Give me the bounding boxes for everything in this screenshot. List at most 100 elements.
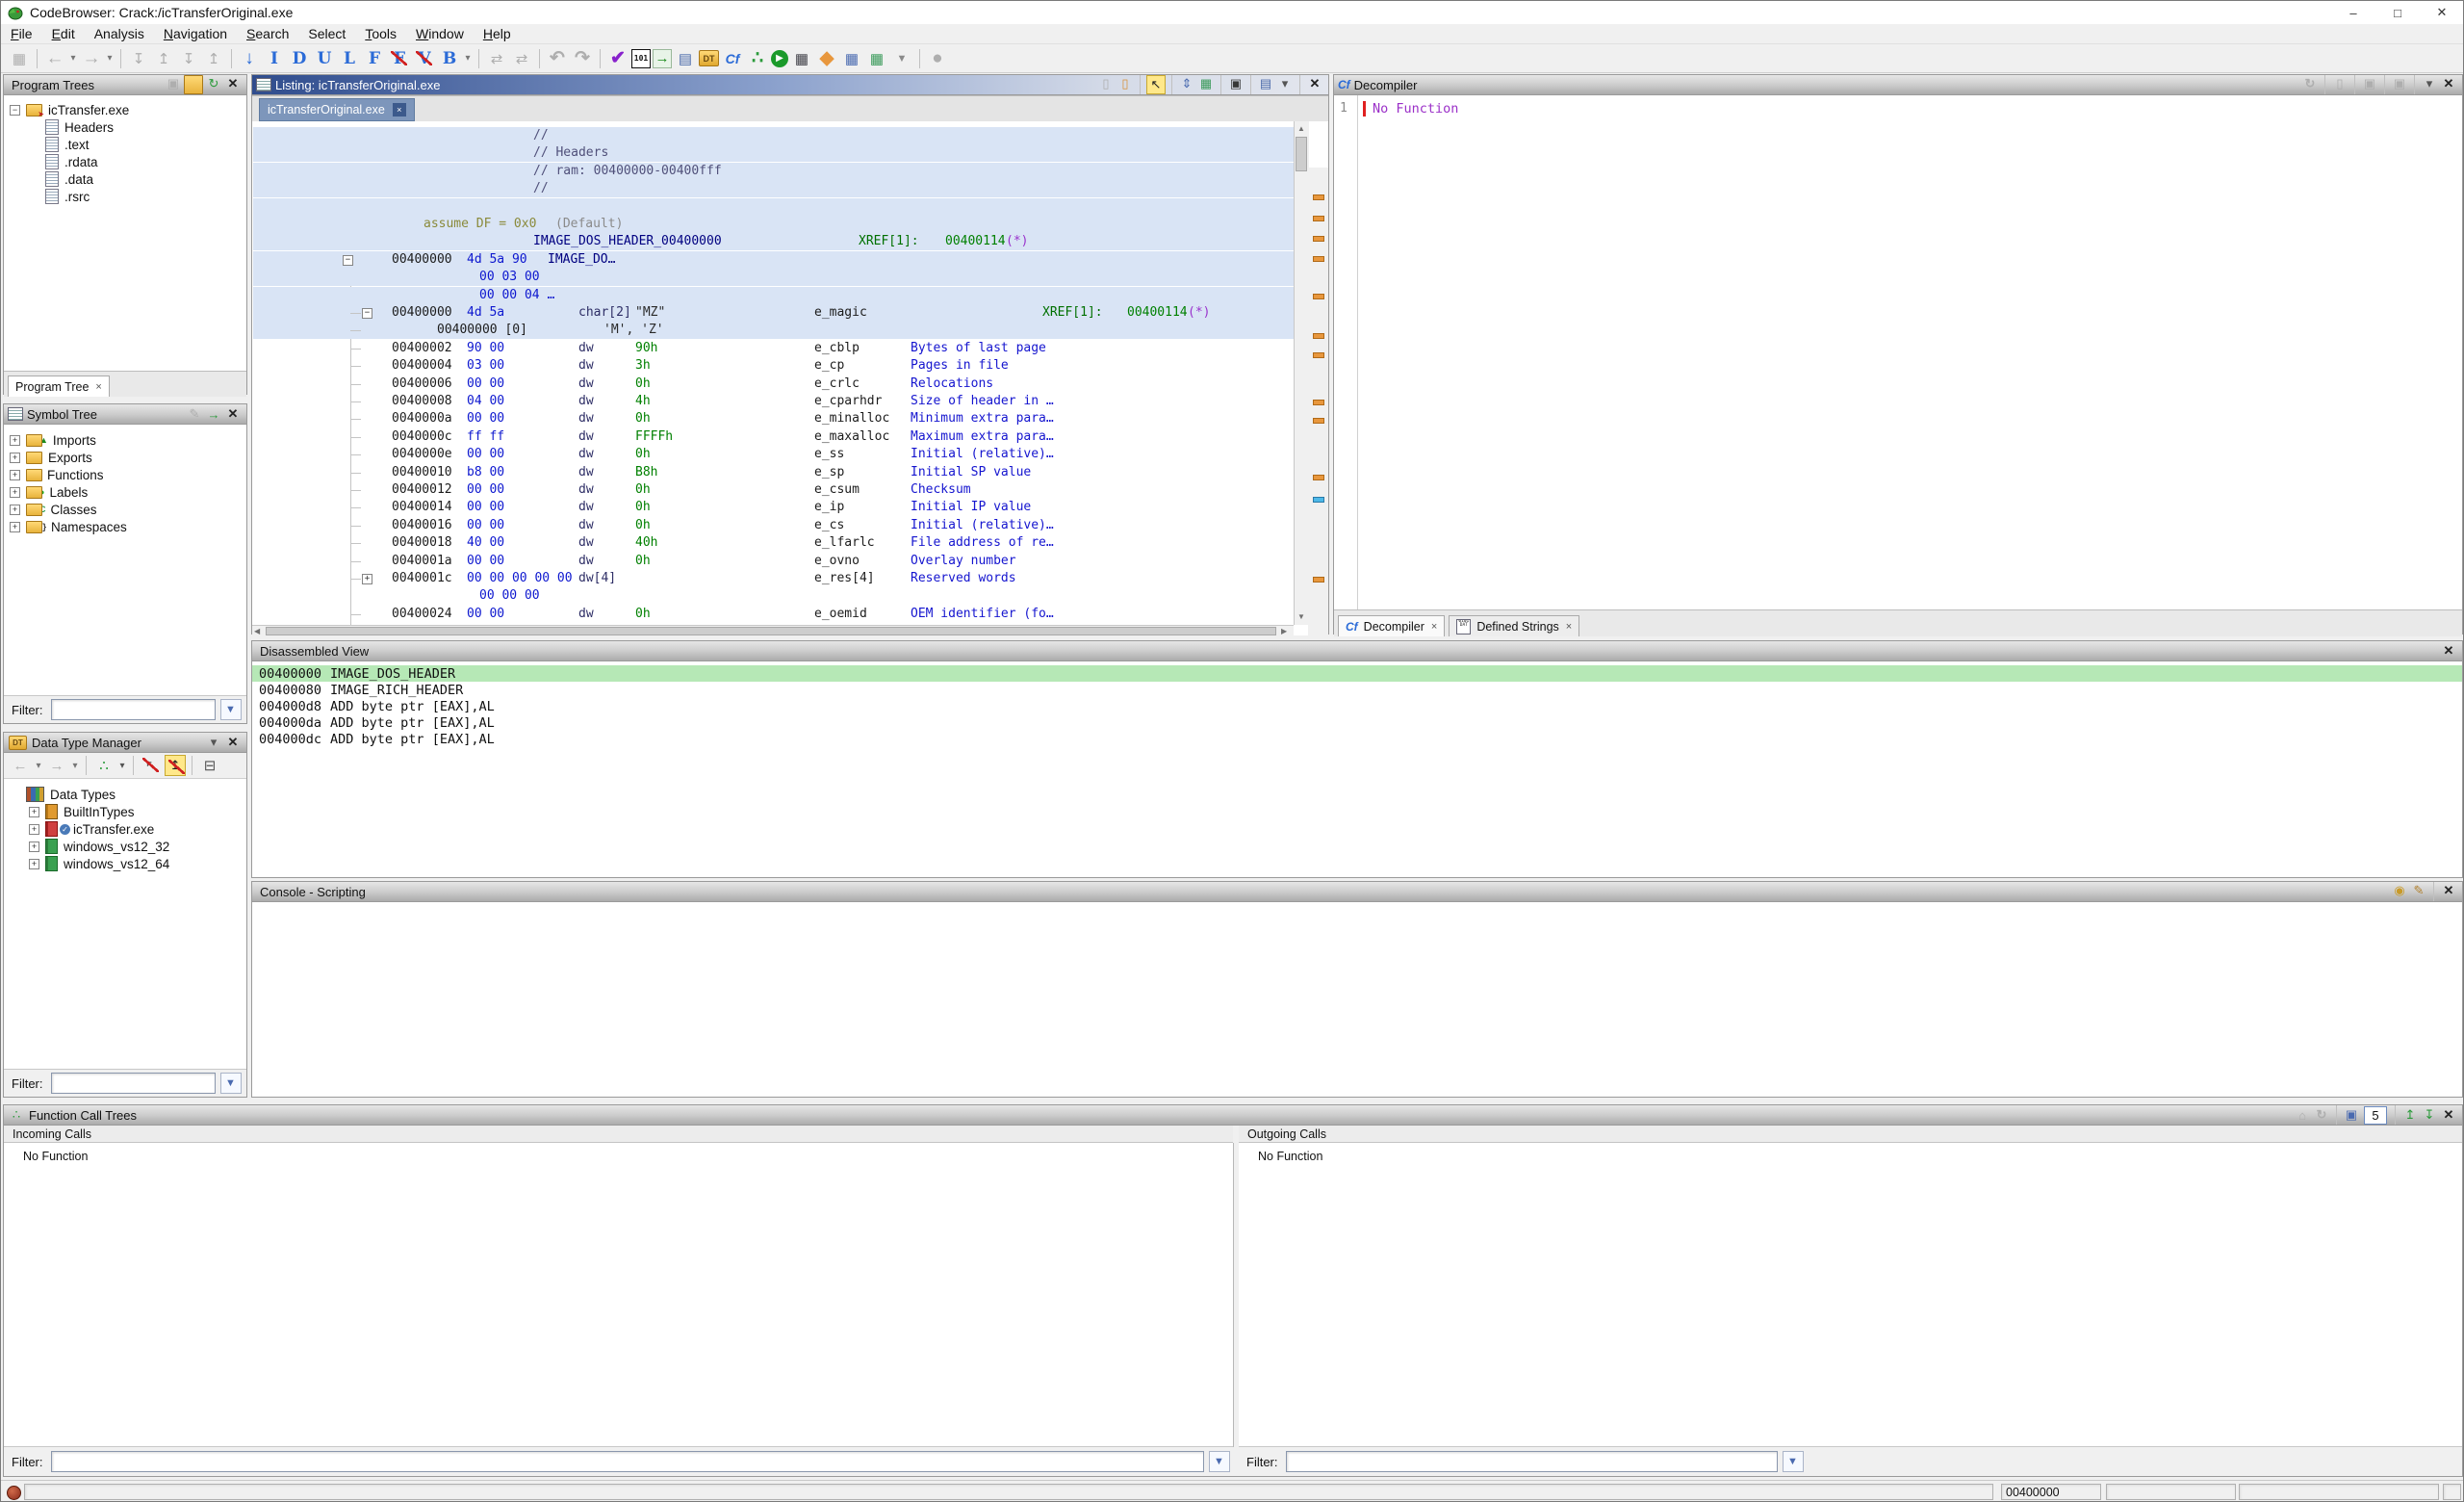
tree-item-classes[interactable]: +CClasses [4,501,246,518]
listing-row[interactable]: 0040000e00 00dw0he_ssInitial (relative)… [253,446,1294,463]
symbol-table-icon[interactable]: ▦ [840,47,863,70]
analysis-mark[interactable] [1313,352,1324,358]
expander-icon[interactable]: + [10,453,20,463]
listing-row[interactable]: // [253,127,1294,144]
scrollbar-thumb[interactable] [266,627,1276,635]
copy-icon[interactable]: ▯ [2331,75,2348,92]
listing-row[interactable]: 0040001400 00dw0he_ipInitial IP value [253,499,1294,516]
tree-item-ictransfer-exe[interactable]: −icTransfer.exe [4,101,246,118]
scroll-right-icon[interactable]: ▶ [1281,627,1287,635]
validate-icon[interactable]: ✔ [606,47,629,70]
listing-vertical-scrollbar[interactable]: ▲ ▼ [1294,121,1309,625]
menu-analysis[interactable]: Analysis [85,26,154,41]
tree-item--data[interactable]: .data [4,170,246,188]
binary-format-icon[interactable]: 101 [631,49,651,68]
datatype-manager-icon[interactable]: DT [699,50,719,66]
listing-options-icon[interactable]: ▤ [1257,75,1274,92]
outgoing-filter-input[interactable] [1286,1451,1778,1472]
listing-row[interactable]: 0040001a00 00dw0he_ovnoOverlay number [253,553,1294,570]
expander-icon[interactable]: + [362,574,372,584]
incoming-calls-tree[interactable]: No Function [4,1143,1234,1447]
redo-icon[interactable]: ↷ [571,47,594,70]
delete-function-f-icon[interactable]: F [388,47,411,70]
analysis-mark[interactable] [1313,577,1324,583]
forward-dropdown-icon[interactable]: ▾ [105,47,115,70]
decompiler-header[interactable]: Cf Decompiler ↻▯▣▣▾✕ [1334,75,2462,95]
defined-strings-tab[interactable]: 0101 DAT Defined Strings × [1449,615,1579,636]
filter-options-button[interactable]: ▼ [1783,1451,1804,1472]
disassembled-row[interactable]: 004000d8ADD byte ptr [EAX],AL [252,698,2462,714]
expander-icon[interactable]: − [10,105,20,116]
analysis-mark[interactable] [1313,418,1324,424]
listing-row[interactable]: 0040001200 00dw0he_csumChecksum [253,481,1294,499]
filter-options-button[interactable]: ▼ [1209,1451,1230,1472]
listing-row[interactable]: 0040001840 00dw40he_lfarlcFile address o… [253,534,1294,552]
tree-item-imports[interactable]: +▲Imports [4,431,246,449]
datatype-pull-icon[interactable]: ⇄ [485,47,508,70]
dropdown-icon[interactable]: ▾ [205,734,222,751]
analysis-mark[interactable] [1313,256,1324,262]
memory-map-icon[interactable]: ▤ [674,47,697,70]
run-script-icon[interactable]: ▶ [771,50,788,67]
goto-symbol-icon[interactable]: → [205,405,222,423]
search-memory-icon[interactable]: ● [926,47,949,70]
listing-row[interactable]: // [253,180,1294,197]
decompiler-content[interactable]: 1 No Function [1334,95,2462,609]
expander-icon[interactable]: + [10,470,20,480]
call-trees-header[interactable]: ∴ Function Call Trees ⌂↻▣5↥↧✕ [4,1105,2462,1126]
expander-icon[interactable]: + [10,487,20,498]
analysis-mark[interactable] [1313,216,1324,221]
define-data-d-icon[interactable]: D [288,47,311,70]
dtm-filter-input[interactable] [51,1073,216,1094]
paste-page-icon[interactable]: ↥ [152,47,175,70]
incoming-filter-input[interactable] [51,1451,1204,1472]
menu-navigation[interactable]: Navigation [154,26,237,41]
menu-help[interactable]: Help [474,26,521,41]
refresh-icon[interactable]: ↻ [205,75,222,92]
analysis-mark[interactable] [1313,194,1324,200]
listing-row[interactable]: // Headers [253,144,1294,162]
minimize-button[interactable]: – [2331,1,2375,24]
tree-item-headers[interactable]: Headers [4,118,246,136]
dtm-header[interactable]: DT Data Type Manager ▾✕ [4,733,246,753]
program-tree-tab[interactable]: Program Tree × [8,376,110,397]
console-output[interactable] [252,902,2462,1097]
tree-item-data-types[interactable]: Data Types [4,786,246,803]
tree-item-ictransfer-exe[interactable]: +✓icTransfer.exe [4,820,246,838]
menu-search[interactable]: Search [237,26,298,41]
listing-row[interactable]: 0040000cff ffdwFFFFhe_maxallocMaximum ex… [253,428,1294,446]
listing-row[interactable]: 00400010b8 00dwB8he_spInitial SP value [253,464,1294,481]
listing-row[interactable] [253,198,1294,216]
delete-variable-v-icon[interactable]: V [413,47,436,70]
listing-row[interactable]: 0040000804 00dw4he_cparhdrSize of header… [253,393,1294,410]
outgoing-calls-tree[interactable]: No Function [1239,1143,2462,1447]
expander-icon[interactable]: + [10,435,20,446]
navigate-incoming-icon[interactable]: ↥ [2401,1106,2419,1124]
tree-item--rsrc[interactable]: .rsrc [4,188,246,205]
analysis-mark[interactable] [1313,333,1324,339]
cursor-arrow-icon[interactable]: ↖ [1146,75,1166,94]
listing-horizontal-scrollbar[interactable]: ◀ ▶ [252,625,1294,635]
forward-icon[interactable]: → [80,47,103,70]
tree-item-builtintypes[interactable]: +BuiltInTypes [4,803,246,820]
listing-row[interactable]: 0040002400 00dw0he_oemidOEM identifier (… [253,606,1294,623]
tab-close-icon[interactable]: × [95,381,101,393]
listing-row[interactable]: 0040000600 00dw0he_crlcRelocations [253,376,1294,393]
analysis-mark[interactable] [1313,475,1324,480]
symbol-references-icon[interactable]: ▦ [865,47,888,70]
tree-item--text[interactable]: .text [4,136,246,153]
snapshot-icon[interactable]: ▣ [2391,75,2408,92]
menu-window[interactable]: Window [406,26,474,41]
expander-icon[interactable]: + [29,859,39,869]
listing-row[interactable]: XREF[1]:00400114(*)IMAGE_DOS_HEADER_0040… [253,233,1294,250]
create-function-f-icon[interactable]: F [363,47,386,70]
decompiler-tab[interactable]: Cf Decompiler × [1338,615,1445,636]
symbol-diamond-icon[interactable]: ◆ [815,47,838,70]
expander-icon[interactable]: + [29,842,39,852]
snapshot-icon[interactable]: ▣ [165,75,182,92]
menu-file[interactable]: File [1,26,42,41]
scroll-left-icon[interactable]: ◀ [254,627,260,635]
close-icon[interactable]: ✕ [224,734,242,751]
paste-page2-icon[interactable]: ↥ [202,47,225,70]
back-icon[interactable]: ← [43,47,66,70]
